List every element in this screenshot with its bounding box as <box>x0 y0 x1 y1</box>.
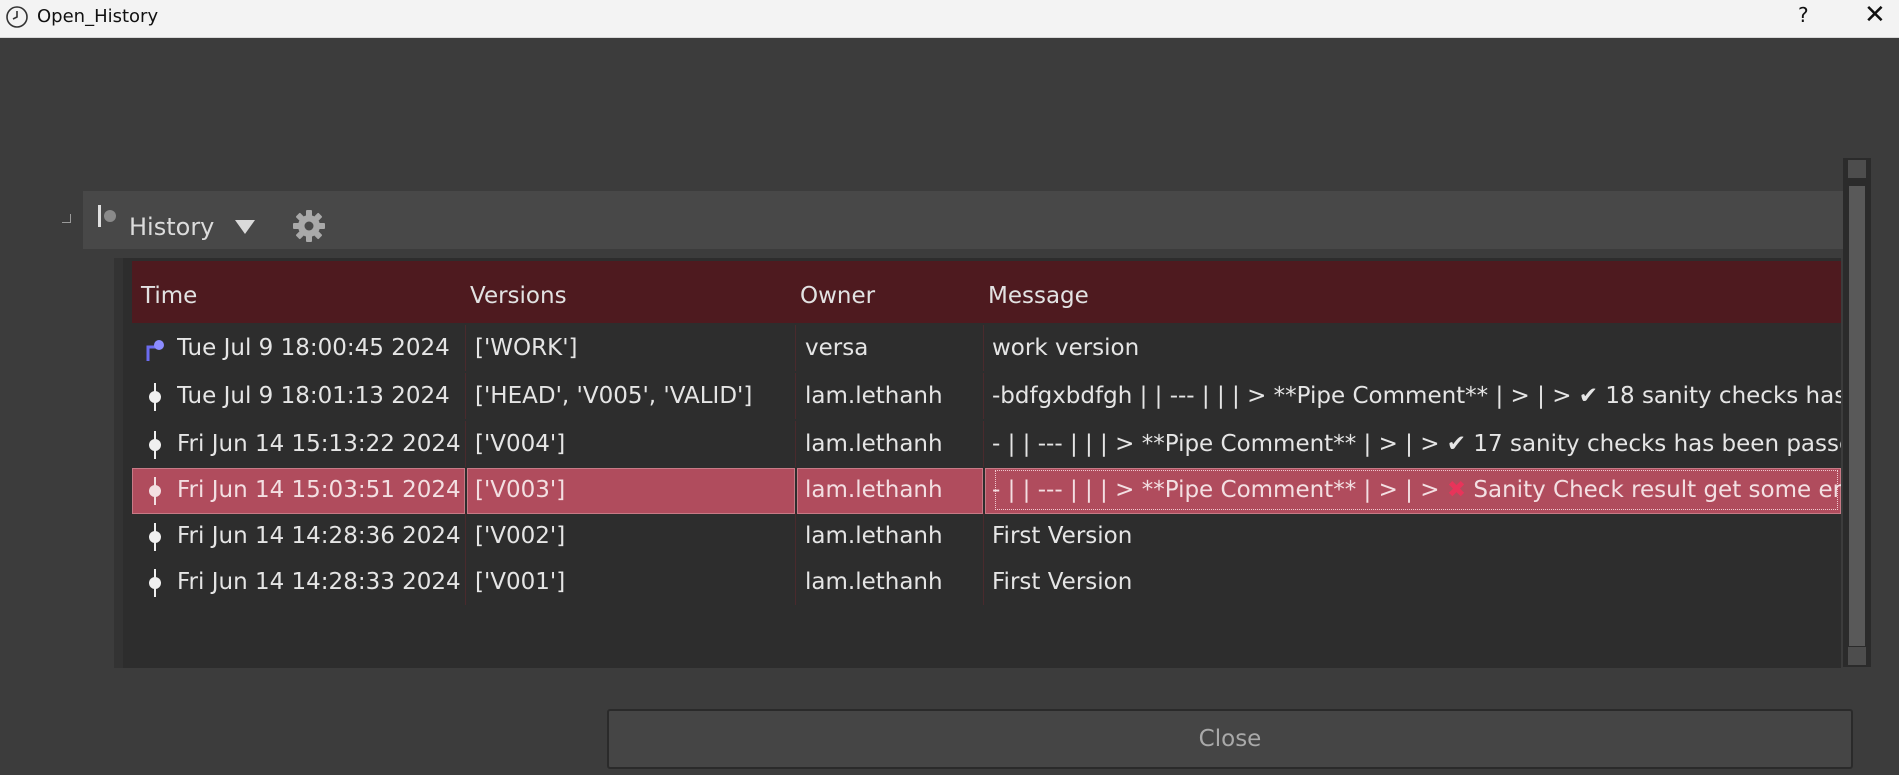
work-branch-icon <box>146 340 164 361</box>
vertical-scrollbar[interactable] <box>1843 158 1871 667</box>
help-button[interactable]: ? <box>1798 3 1809 27</box>
scroll-down-button[interactable] <box>1848 647 1866 665</box>
column-divider <box>465 513 466 559</box>
column-divider <box>465 373 466 419</box>
gear-icon[interactable] <box>291 208 327 244</box>
column-divider <box>983 421 984 467</box>
commit-node-icon <box>149 477 161 505</box>
row-versions: ['WORK'] <box>475 335 578 361</box>
message-suffix: Sanity Check result get some error <box>1466 477 1841 503</box>
panel-title: History <box>129 213 215 241</box>
row-versions: ['V004'] <box>475 431 566 457</box>
row-owner: versa <box>805 335 869 361</box>
history-table: Time Versions Owner Message Tue Jul 9 18… <box>114 258 1841 668</box>
row-time: Tue Jul 9 18:00:45 2024 <box>177 335 450 361</box>
row-versions: ['HEAD', 'V005', 'VALID'] <box>475 383 753 409</box>
column-divider <box>795 421 796 467</box>
row-versions: ['V003'] <box>475 477 566 503</box>
column-divider <box>795 513 796 559</box>
row-message: First Version <box>992 523 1133 549</box>
window-close-button[interactable]: ✕ <box>1864 0 1886 30</box>
message-prefix: - | | --- | | | > **Pipe Comment** | > |… <box>992 477 1447 503</box>
row-time: Fri Jun 14 14:28:33 2024 <box>177 569 461 595</box>
scroll-up-button[interactable] <box>1848 160 1866 178</box>
row-owner: lam.lethanh <box>805 431 943 457</box>
dropdown-arrow-icon[interactable] <box>234 218 256 236</box>
clock-icon <box>6 6 28 28</box>
row-owner: lam.lethanh <box>805 383 943 409</box>
table-row-selected[interactable]: Fri Jun 14 15:03:51 2024 ['V003'] lam.le… <box>132 467 1841 514</box>
commit-node-icon <box>149 431 161 459</box>
row-versions: ['V002'] <box>475 523 566 549</box>
column-divider <box>795 559 796 605</box>
scrollbar-thumb[interactable] <box>1849 186 1865 646</box>
commit-node-icon <box>149 523 161 551</box>
table-row[interactable]: Tue Jul 9 18:01:13 2024 ['HEAD', 'V005',… <box>132 373 1841 419</box>
row-versions: ['V001'] <box>475 569 566 595</box>
column-divider <box>465 421 466 467</box>
table-row[interactable]: Tue Jul 9 18:00:45 2024 ['WORK'] versa w… <box>132 325 1841 371</box>
column-header-time[interactable]: Time <box>141 283 197 309</box>
column-divider <box>983 513 984 559</box>
row-owner: lam.lethanh <box>805 477 943 503</box>
row-time: Fri Jun 14 15:13:22 2024 <box>177 431 461 457</box>
row-message: First Version <box>992 569 1133 595</box>
commit-node-icon <box>149 383 161 411</box>
row-owner: lam.lethanh <box>805 523 943 549</box>
row-owner: lam.lethanh <box>805 569 943 595</box>
column-divider <box>465 559 466 605</box>
column-header-owner[interactable]: Owner <box>800 283 875 309</box>
error-cross-icon: ✖ <box>1446 477 1467 503</box>
close-button[interactable]: Close <box>607 709 1853 769</box>
column-divider <box>795 325 796 371</box>
table-row[interactable]: Fri Jun 14 14:28:33 2024 ['V001'] lam.le… <box>132 559 1841 605</box>
row-time: Fri Jun 14 15:03:51 2024 <box>177 477 461 503</box>
table-row[interactable]: Fri Jun 14 15:13:22 2024 ['V004'] lam.le… <box>132 421 1841 467</box>
dock-resize-handle[interactable] <box>62 214 71 223</box>
column-divider <box>983 559 984 605</box>
history-panel-header: History <box>83 191 1843 249</box>
column-header-versions[interactable]: Versions <box>470 283 567 309</box>
row-time: Fri Jun 14 14:28:36 2024 <box>177 523 461 549</box>
row-message: - | | --- | | | > **Pipe Comment** | > |… <box>992 467 1841 513</box>
column-divider <box>983 325 984 371</box>
column-divider <box>795 373 796 419</box>
column-header-message[interactable]: Message <box>988 283 1089 309</box>
column-divider <box>465 325 466 371</box>
window-title: Open_History <box>37 6 159 27</box>
table-row[interactable]: Fri Jun 14 14:28:36 2024 ['V002'] lam.le… <box>132 513 1841 559</box>
commit-node-icon <box>149 569 161 597</box>
row-message: - | | --- | | | > **Pipe Comment** | > |… <box>992 431 1841 457</box>
row-time: Tue Jul 9 18:01:13 2024 <box>177 383 450 409</box>
column-divider <box>983 373 984 419</box>
table-header: Time Versions Owner Message <box>132 261 1841 323</box>
history-node-icon <box>98 205 116 227</box>
row-message: -bdfgxbdfgh | | --- | | | > **Pipe Comme… <box>992 383 1841 409</box>
row-message: work version <box>992 335 1140 361</box>
window-titlebar: Open_History ? ✕ <box>0 0 1899 38</box>
